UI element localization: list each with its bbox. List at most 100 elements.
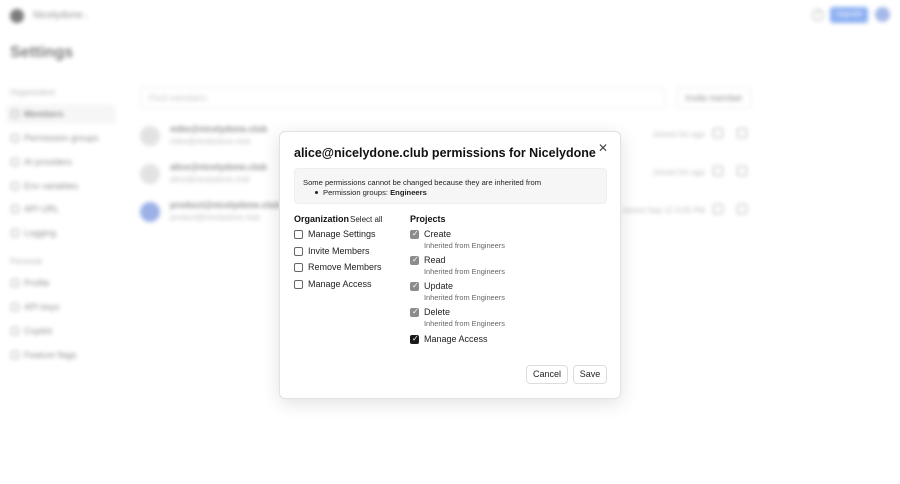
member-email: product@nicelydone.club (170, 213, 260, 222)
avatar[interactable] (875, 7, 890, 22)
sidebar-item-api-url[interactable]: API URL (6, 199, 116, 219)
checkbox-inherited: ✓ (410, 255, 419, 265)
perm-inherited-note: Inherited from Engineers (424, 293, 505, 302)
perm-inherited-note: Inherited from Engineers (424, 319, 505, 328)
sidebar-item-profile[interactable]: Profile (6, 273, 116, 293)
check-icon: ✓ (412, 255, 419, 264)
sidebar-item-ai-providers[interactable]: AI providers (6, 152, 116, 172)
check-icon: ✓ (412, 334, 419, 343)
sidebar-item-members[interactable]: Members (6, 104, 116, 124)
checkbox[interactable] (294, 280, 303, 289)
checkbox-inherited: ✓ (410, 307, 419, 317)
top-bar: Nicelydone ⌄ ? Upgrade (0, 0, 900, 32)
check-icon: ✓ (412, 229, 419, 238)
sidebar-item-label: Members (24, 109, 64, 119)
sidebar-item-label: Profile (24, 278, 50, 288)
sidebar-item-logging[interactable]: Logging (6, 223, 116, 243)
lock-icon (11, 134, 19, 142)
save-button[interactable]: Save (573, 365, 607, 384)
perm-inherited-note: Inherited from Engineers (424, 267, 505, 276)
chevron-down-icon[interactable]: ⌄ (82, 10, 90, 21)
invite-member-button[interactable]: Invite member (677, 87, 751, 109)
org-switcher-label[interactable]: Nicelydone (33, 10, 82, 21)
member-joined: Joined 5m ago (652, 130, 705, 139)
organization-heading: Organization (294, 214, 350, 224)
perm-label: Manage Settings (308, 229, 376, 239)
member-joined: Joined Sep 12 4:05 PM (621, 206, 705, 215)
app-logo (10, 9, 24, 23)
perm-label: Read (424, 255, 446, 265)
member-search-input[interactable]: Find members (140, 87, 665, 109)
avatar (140, 164, 160, 184)
sidebar-section-organization: Organization (10, 88, 56, 97)
perm-label: Remove Members (308, 262, 382, 272)
sidebar-item-permission-groups[interactable]: Permission groups (6, 128, 116, 148)
remove-member-icon[interactable] (737, 128, 747, 138)
sidebar-item-label: API URL (24, 204, 60, 214)
sidebar-item-label: Permission groups (24, 133, 99, 143)
sidebar-item-label: AI providers (24, 157, 73, 167)
member-name: product@nicelydone.club (170, 200, 281, 210)
checkbox-inherited: ✓ (410, 229, 419, 239)
projects-heading: Projects (410, 214, 446, 224)
help-icon[interactable]: ? (812, 9, 824, 21)
check-icon: ✓ (412, 307, 419, 316)
inherited-notice: Some permissions cannot be changed becau… (294, 168, 607, 204)
checkbox[interactable] (294, 263, 303, 272)
notice-group-name: Engineers (390, 188, 427, 197)
member-name: mike@nicelydone.club (170, 124, 268, 134)
members-icon (11, 110, 19, 118)
edit-permissions-icon[interactable] (713, 128, 723, 138)
perm-label: Delete (424, 307, 451, 317)
sidebar-item-api-keys[interactable]: API keys (6, 297, 116, 317)
perm-inherited-note: Inherited from Engineers (424, 241, 505, 250)
upgrade-button[interactable]: Upgrade (830, 7, 868, 23)
sidebar-item-label: API keys (24, 302, 60, 312)
remove-member-icon[interactable] (737, 204, 747, 214)
notice-text: Some permissions cannot be changed becau… (303, 178, 542, 187)
checkbox[interactable] (294, 247, 303, 256)
perm-label: Create (424, 229, 452, 239)
close-icon[interactable]: ✕ (596, 141, 610, 155)
perm-label: Invite Members (308, 246, 370, 256)
sidebar-item-label: Feature flags (24, 350, 77, 360)
edit-permissions-icon[interactable] (713, 204, 723, 214)
checkbox-inherited: ✓ (410, 281, 419, 291)
member-name: alice@nicelydone.club (170, 162, 267, 172)
sidebar-item-label: Env variables (24, 181, 79, 191)
sidebar-item-copilot[interactable]: Copilot (6, 321, 116, 341)
notice-bullet: Permission groups: Engineers (315, 188, 427, 197)
check-icon: ✓ (412, 281, 419, 290)
bullet-dot (315, 190, 318, 194)
avatar (140, 202, 160, 222)
permissions-dialog: alice@nicelydone.club permissions for Ni… (279, 131, 621, 399)
checkbox[interactable] (294, 230, 303, 239)
code-icon (11, 182, 19, 190)
link-icon (11, 205, 19, 213)
member-joined: Joined 5m ago (652, 168, 705, 177)
sidebar-item-label: Logging (24, 228, 57, 238)
sidebar-item-env-variables[interactable]: Env variables (6, 176, 116, 196)
perm-label: Manage Access (308, 279, 372, 289)
avatar (140, 126, 160, 146)
edit-permissions-icon[interactable] (713, 166, 723, 176)
sparkle-icon (11, 158, 19, 166)
notice-bullet-prefix: Permission groups: (323, 188, 391, 197)
sidebar-item-label: Copilot (24, 326, 53, 336)
select-all-link[interactable]: Select all (350, 215, 382, 224)
checkbox[interactable]: ✓ (410, 334, 419, 344)
perm-label: Update (424, 281, 454, 291)
cancel-button[interactable]: Cancel (526, 365, 568, 384)
copilot-icon (11, 327, 19, 335)
member-email: mike@nicelydone.club (170, 137, 251, 146)
dialog-title: alice@nicelydone.club permissions for Ni… (294, 146, 596, 160)
remove-member-icon[interactable] (737, 166, 747, 176)
sidebar-item-feature-flags[interactable]: Feature flags (6, 345, 116, 365)
perm-label: Manage Access (424, 334, 488, 344)
user-icon (11, 279, 19, 287)
sidebar-section-personal: Personal (10, 257, 42, 266)
document-icon (11, 229, 19, 237)
member-email: alice@nicelydone.club (170, 175, 250, 184)
page-title: Settings (10, 44, 74, 61)
flag-icon (11, 351, 19, 359)
